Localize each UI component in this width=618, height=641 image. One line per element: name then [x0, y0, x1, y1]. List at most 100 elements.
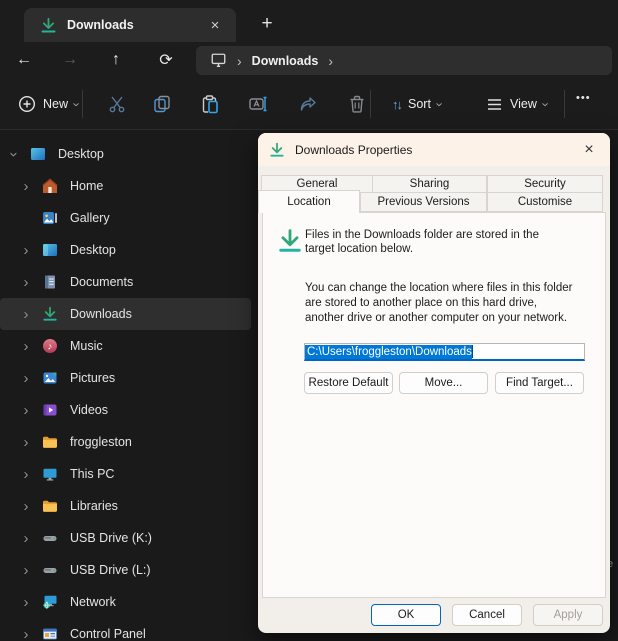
sidebar-item-this-pc[interactable]: › This PC — [0, 458, 251, 490]
target-path-input[interactable]: C:\Users\froggleston\Downloads — [304, 343, 585, 361]
cancel-button[interactable]: Cancel — [452, 604, 522, 626]
folder-icon — [42, 434, 58, 450]
apply-button[interactable]: Apply — [533, 604, 603, 626]
sidebar-item-home[interactable]: › Home — [0, 170, 251, 202]
refresh-icon[interactable]: ⟳ — [152, 46, 180, 74]
sidebar-item-usb-drive-l[interactable]: › USB Drive (L:) — [0, 554, 251, 586]
chevron-right-icon[interactable]: › — [328, 53, 333, 69]
usb-drive-icon — [42, 562, 58, 578]
tab-security[interactable]: Security — [487, 175, 603, 193]
gallery-icon — [42, 210, 58, 226]
text-caret — [472, 345, 473, 358]
sidebar-item-gallery[interactable]: › Gallery — [0, 202, 251, 234]
downloads-properties-dialog: Downloads Properties × General Sharing S… — [258, 133, 610, 633]
tab-close-icon[interactable]: × — [204, 14, 226, 36]
chevron-right-icon[interactable]: › — [20, 562, 32, 579]
toolbar-separator — [564, 90, 565, 118]
music-icon: ♪ — [42, 338, 58, 354]
desktop-icon — [42, 242, 58, 258]
explorer-tab-downloads[interactable]: Downloads × — [24, 8, 236, 42]
this-pc-icon — [210, 53, 227, 68]
sidebar-item-pictures[interactable]: › Pictures — [0, 362, 251, 394]
sidebar-item-videos[interactable]: › Videos — [0, 394, 251, 426]
rename-icon[interactable] — [248, 94, 268, 114]
breadcrumb[interactable]: Downloads — [252, 54, 319, 68]
dialog-title: Downloads Properties — [295, 143, 574, 157]
intro-text: Files in the Downloads folder are stored… — [305, 228, 559, 256]
ok-button[interactable]: OK — [371, 604, 441, 626]
location-tab-page: Files in the Downloads folder are stored… — [262, 212, 606, 598]
sort-label: Sort — [408, 97, 431, 111]
sort-button[interactable]: ↑↓ Sort › — [392, 90, 442, 118]
sidebar-item-downloads[interactable]: › Downloads — [0, 298, 251, 330]
navigation-bar: ← → ↑ ⟳ › Downloads › — [0, 42, 618, 78]
chevron-right-icon[interactable]: › — [20, 242, 32, 259]
chevron-right-icon[interactable]: › — [20, 434, 32, 451]
chevron-right-icon[interactable]: › — [20, 178, 32, 195]
downloads-icon — [40, 17, 57, 34]
folder-icon — [42, 498, 58, 514]
sidebar-item-network[interactable]: › Network — [0, 586, 251, 618]
view-label: View — [510, 97, 537, 111]
chevron-right-icon[interactable]: › — [20, 274, 32, 291]
chevron-right-icon[interactable]: › — [20, 498, 32, 515]
chevron-right-icon[interactable]: › — [20, 338, 32, 355]
pictures-icon — [42, 370, 58, 386]
cut-icon[interactable] — [107, 94, 127, 114]
chevron-down-icon: › — [433, 102, 448, 106]
back-icon[interactable]: ← — [10, 46, 38, 74]
svg-text:♪: ♪ — [48, 341, 53, 352]
file-explorer-window: Downloads × + ← → ↑ ⟳ › Downloads › New — [0, 0, 618, 641]
tab-customise[interactable]: Customise — [487, 192, 603, 212]
chevron-down-icon: › — [539, 102, 554, 106]
downloads-icon — [277, 227, 303, 255]
sidebar-item-music[interactable]: › ♪ Music — [0, 330, 251, 362]
network-icon — [42, 594, 58, 610]
downloads-icon — [269, 142, 285, 158]
tab-bar: Downloads × + — [0, 0, 618, 42]
sidebar-item-usb-drive-k[interactable]: › USB Drive (K:) — [0, 522, 251, 554]
find-target-button[interactable]: Find Target... — [495, 372, 584, 394]
move-button[interactable]: Move... — [399, 372, 488, 394]
chevron-right-icon[interactable]: › — [20, 530, 32, 547]
chevron-right-icon[interactable]: › — [20, 370, 32, 387]
dialog-close-icon[interactable]: × — [574, 138, 604, 162]
tab-previous-versions[interactable]: Previous Versions — [360, 192, 487, 212]
chevron-right-icon[interactable]: › — [20, 594, 32, 611]
downloads-icon — [42, 306, 58, 322]
videos-icon — [42, 402, 58, 418]
paste-icon[interactable] — [200, 94, 220, 114]
this-pc-icon — [42, 466, 58, 482]
sidebar-item-desktop[interactable]: › Desktop — [0, 234, 251, 266]
chevron-down-icon[interactable]: › — [6, 148, 23, 160]
sidebar-item-desktop-root[interactable]: › Desktop — [0, 138, 251, 170]
chevron-right-icon[interactable]: › — [20, 402, 32, 419]
sidebar-item-control-panel[interactable]: › Control Panel — [0, 618, 251, 641]
delete-icon[interactable] — [347, 94, 367, 114]
chevron-right-icon[interactable]: › — [20, 626, 32, 641]
see-more-button[interactable]: ••• — [576, 92, 591, 104]
chevron-right-icon[interactable]: › — [20, 466, 32, 483]
toolbar-separator — [82, 90, 83, 118]
restore-default-button[interactable]: Restore Default — [304, 372, 393, 394]
sidebar-item-libraries[interactable]: › Libraries — [0, 490, 251, 522]
home-icon — [42, 178, 58, 194]
chevron-right-icon[interactable]: › — [20, 306, 32, 323]
tab-location[interactable]: Location — [258, 190, 360, 213]
new-button[interactable]: New › — [12, 90, 85, 118]
chevron-right-icon: › — [237, 53, 242, 69]
forward-icon[interactable]: → — [56, 46, 84, 74]
tab-title: Downloads — [67, 18, 204, 32]
sidebar-item-froggleston[interactable]: › froggleston — [0, 426, 251, 458]
navigation-pane: › Desktop › Home › Gallery › — [0, 131, 251, 641]
share-icon[interactable] — [298, 94, 318, 114]
tab-sharing[interactable]: Sharing — [372, 175, 487, 193]
view-button[interactable]: View › — [486, 90, 548, 118]
sidebar-item-documents[interactable]: › Documents — [0, 266, 251, 298]
description-text: You can change the location where files … — [305, 281, 573, 326]
copy-icon[interactable] — [152, 94, 172, 114]
new-tab-button[interactable]: + — [252, 10, 282, 38]
plus-circle-icon — [18, 95, 36, 113]
address-bar[interactable]: › Downloads › — [196, 46, 612, 75]
up-icon[interactable]: ↑ — [102, 46, 130, 74]
